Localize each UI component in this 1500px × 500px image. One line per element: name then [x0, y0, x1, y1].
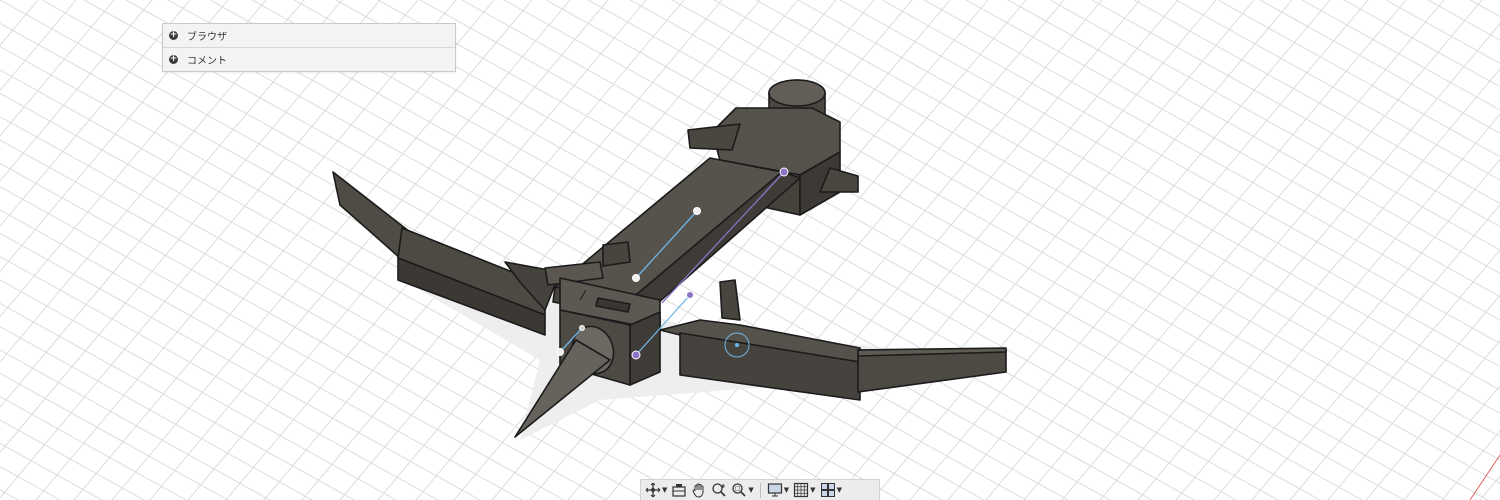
canvas-viewport[interactable]: [0, 0, 1500, 500]
grid-settings-icon: [794, 482, 809, 498]
look-at-icon: [672, 484, 686, 497]
navigation-toolbar: ▼ ▼ ▼ ▼ ▼: [640, 479, 880, 500]
orbit-button[interactable]: ▼: [645, 482, 667, 498]
comment-row[interactable]: + コメント: [163, 48, 455, 71]
look-at-button[interactable]: [671, 482, 687, 498]
viewports-button[interactable]: ▼: [820, 482, 842, 498]
fit-window-button[interactable]: ▼: [731, 482, 754, 498]
browser-row[interactable]: + ブラウザ: [163, 24, 455, 48]
display-settings-icon: [767, 483, 782, 497]
pan-hand-icon: [692, 483, 704, 498]
grid-settings-button[interactable]: ▼: [793, 482, 816, 498]
zoom-button[interactable]: [711, 482, 727, 498]
browser-panel: + ブラウザ + コメント: [162, 23, 456, 72]
browser-label: ブラウザ: [187, 32, 227, 43]
zoom-icon: [712, 483, 726, 497]
ground-grid: [0, 0, 1500, 500]
comment-label: コメント: [187, 56, 227, 67]
toolbar-divider: [759, 482, 761, 498]
plus-circle-icon[interactable]: +: [169, 55, 178, 64]
pan-button[interactable]: [691, 482, 707, 498]
plus-circle-icon[interactable]: +: [169, 31, 178, 40]
display-settings-button[interactable]: ▼: [767, 482, 789, 498]
orbit-icon: [645, 482, 661, 498]
viewports-icon: [820, 483, 835, 497]
fit-window-zoom-icon: [732, 483, 746, 497]
